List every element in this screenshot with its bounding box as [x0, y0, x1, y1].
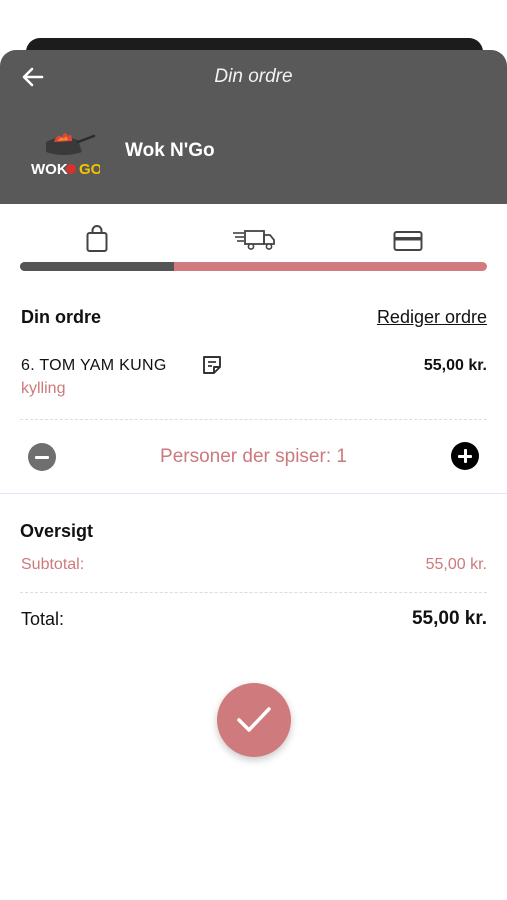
restaurant-name: Wok N'Go: [125, 140, 215, 161]
edit-order-link[interactable]: Rediger ordre: [377, 307, 487, 328]
order-item-variant: kylling: [21, 380, 66, 397]
section-divider: [0, 493, 507, 494]
overview-title: Oversigt: [20, 521, 94, 541]
shopping-bag-icon: [86, 225, 108, 252]
subtotal-label: Subtotal:: [21, 556, 85, 573]
total-value: 55,00 kr.: [411, 608, 487, 629]
order-item-price: 55,00 kr.: [423, 357, 487, 374]
divider: [20, 419, 487, 420]
svg-text:WOK: WOK: [31, 161, 68, 178]
note-icon[interactable]: [201, 354, 223, 376]
svg-text:GO: GO: [79, 161, 100, 178]
progress-fill: [20, 262, 175, 271]
subtotal-value: 55,00 kr.: [425, 556, 487, 573]
divider: [20, 592, 487, 593]
confirm-order-button[interactable]: [217, 683, 291, 757]
checkmark-icon: [237, 707, 271, 732]
order-progress-bar: [20, 262, 487, 271]
page-title: Din ordre: [214, 66, 293, 87]
order-item-name: 6. TOM YAM KUNG: [21, 357, 167, 374]
delivery-truck-icon: [233, 230, 275, 250]
header: Din ordre WOK GO Wok N'Go: [0, 50, 507, 204]
credit-card-icon: [393, 231, 423, 251]
order-section-title: Din ordre: [21, 307, 102, 327]
persons-count: Personer der spiser: 1: [160, 446, 347, 467]
total-label: Total:: [21, 609, 65, 629]
restaurant-logo: WOK GO: [31, 132, 100, 178]
increase-persons-button[interactable]: [451, 442, 479, 470]
order-sheet: Din ordre WOK GO Wok N'Go Din ordre Redi…: [0, 50, 507, 900]
